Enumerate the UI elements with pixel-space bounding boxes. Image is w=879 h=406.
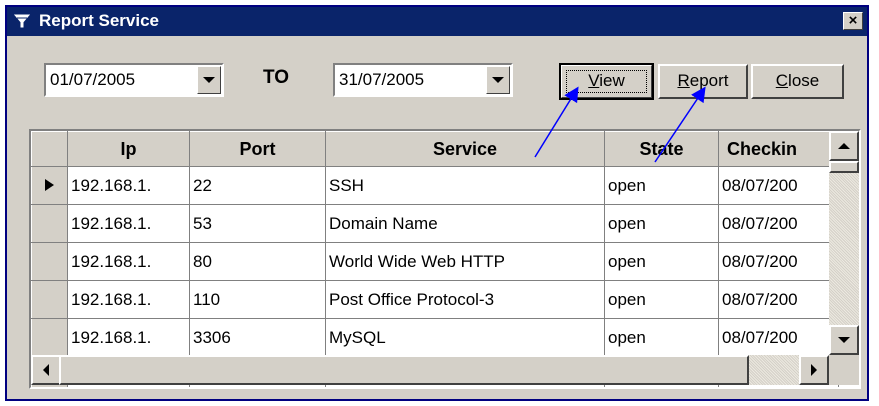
cell-state[interactable]: open <box>604 242 719 281</box>
to-date-value: 31/07/2005 <box>339 70 425 89</box>
close-accel-key: C <box>775 71 789 90</box>
scroll-right-button[interactable] <box>799 355 829 385</box>
cell-service[interactable]: World Wide Web HTTP <box>325 242 605 281</box>
table-row[interactable]: 192.168.1. 22 SSH open 08/07/200 <box>31 166 839 205</box>
horizontal-scrollbar[interactable] <box>31 355 829 385</box>
scroll-down-button[interactable] <box>829 325 859 355</box>
cell-port[interactable]: 80 <box>189 242 326 281</box>
row-selector[interactable] <box>31 166 68 205</box>
row-selector[interactable] <box>31 318 68 357</box>
cell-state[interactable]: open <box>604 318 719 357</box>
close-button[interactable]: Close <box>751 64 844 99</box>
dropdown-arrow-icon <box>492 77 504 83</box>
column-header-port[interactable]: Port <box>189 131 326 167</box>
cell-ip[interactable]: 192.168.1. <box>67 166 190 205</box>
cell-service[interactable]: Domain Name <box>325 204 605 243</box>
close-icon[interactable]: × <box>843 12 863 30</box>
column-header-service[interactable]: Service <box>325 131 605 167</box>
scroll-up-icon <box>838 143 850 149</box>
cell-state[interactable]: open <box>604 166 719 205</box>
scroll-thumb-vertical[interactable] <box>829 161 859 173</box>
cell-checkin[interactable]: 08/07/200 <box>718 204 839 243</box>
scroll-left-icon <box>43 364 49 376</box>
dropdown-arrow-icon <box>203 77 215 83</box>
row-selector[interactable] <box>31 242 68 281</box>
row-selector[interactable] <box>31 280 68 319</box>
report-button[interactable]: Report <box>658 64 748 99</box>
row-selector[interactable] <box>31 204 68 243</box>
table-row[interactable]: 192.168.1. 3306 MySQL open 08/07/200 <box>31 318 839 357</box>
close-label: lose <box>788 71 820 90</box>
report-grid[interactable]: Ip Port Service State Checkin 192.168.1.… <box>29 129 861 389</box>
window-menu-icon[interactable] <box>14 13 30 29</box>
cell-ip[interactable]: 192.168.1. <box>67 242 190 281</box>
report-accel-key: R <box>677 71 690 90</box>
scroll-thumb-horizontal[interactable] <box>59 355 749 385</box>
scroll-left-button[interactable] <box>31 355 61 385</box>
table-row[interactable]: 192.168.1. 53 Domain Name open 08/07/200 <box>31 204 839 243</box>
current-row-icon <box>45 178 54 191</box>
cell-checkin[interactable]: 08/07/200 <box>718 166 839 205</box>
table-row[interactable]: 192.168.1. 110 Post Office Protocol-3 op… <box>31 280 839 319</box>
cell-service[interactable]: SSH <box>325 166 605 205</box>
corner-header[interactable] <box>31 131 68 167</box>
view-button[interactable]: View <box>559 63 654 100</box>
report-label: eport <box>689 71 729 90</box>
cell-port[interactable]: 53 <box>189 204 326 243</box>
header-row: Ip Port Service State Checkin <box>31 131 839 167</box>
cell-checkin[interactable]: 08/07/200 <box>718 280 839 319</box>
cell-port[interactable]: 110 <box>189 280 326 319</box>
scroll-corner <box>829 355 859 385</box>
cell-ip[interactable]: 192.168.1. <box>67 280 190 319</box>
from-date-dropdown-button[interactable] <box>197 66 221 94</box>
cell-checkin[interactable]: 08/07/200 <box>718 318 839 357</box>
cell-checkin[interactable]: 08/07/200 <box>718 242 839 281</box>
window-title: Report Service <box>39 11 159 30</box>
scroll-down-icon <box>838 337 850 343</box>
title-bar[interactable]: Report Service × <box>7 7 867 36</box>
cell-service[interactable]: MySQL <box>325 318 605 357</box>
column-header-checkin[interactable]: Checkin <box>718 131 839 167</box>
cell-service[interactable]: Post Office Protocol-3 <box>325 280 605 319</box>
table-row[interactable]: 192.168.1. 80 World Wide Web HTTP open 0… <box>31 242 839 281</box>
to-date-combo[interactable]: 31/07/2005 <box>333 63 513 97</box>
scroll-right-icon <box>811 364 817 376</box>
cell-port[interactable]: 3306 <box>189 318 326 357</box>
cell-ip[interactable]: 192.168.1. <box>67 204 190 243</box>
scroll-up-button[interactable] <box>829 131 859 161</box>
cell-ip[interactable]: 192.168.1. <box>67 318 190 357</box>
cell-state[interactable]: open <box>604 280 719 319</box>
column-header-state[interactable]: State <box>604 131 719 167</box>
from-date-combo[interactable]: 01/07/2005 <box>44 63 224 97</box>
cell-state[interactable]: open <box>604 204 719 243</box>
column-header-ip[interactable]: Ip <box>67 131 190 167</box>
to-date-dropdown-button[interactable] <box>486 66 510 94</box>
report-table: Ip Port Service State Checkin 192.168.1.… <box>31 131 839 387</box>
to-label: TO <box>263 67 290 88</box>
vertical-scrollbar[interactable] <box>829 131 859 355</box>
cell-port[interactable]: 22 <box>189 166 326 205</box>
focus-rectangle <box>566 70 647 93</box>
from-date-value: 01/07/2005 <box>50 70 136 89</box>
